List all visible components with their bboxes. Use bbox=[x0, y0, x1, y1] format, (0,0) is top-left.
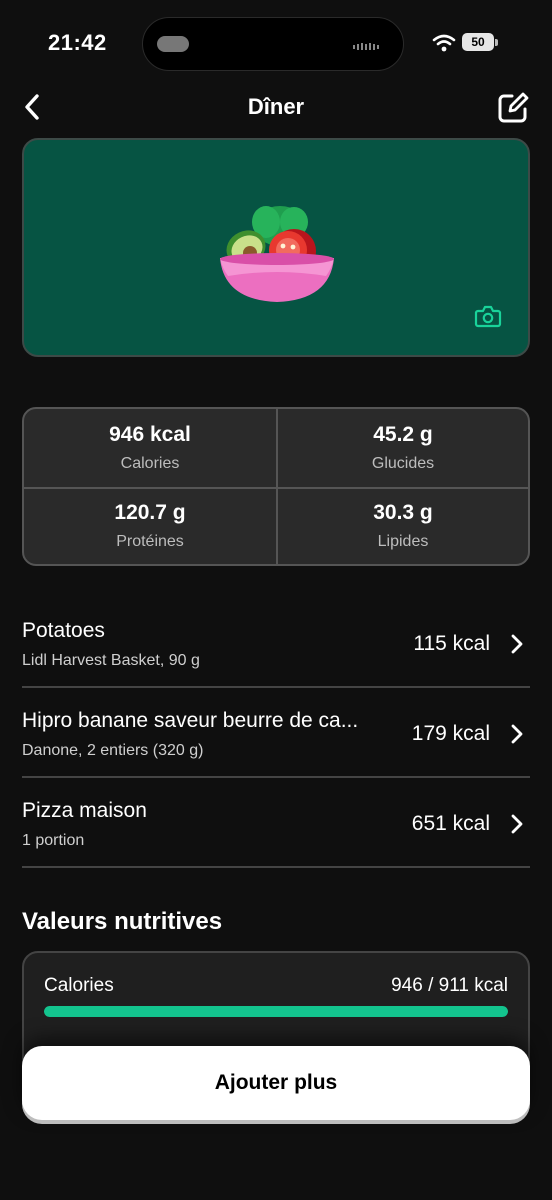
food-item-pizza[interactable]: Pizza maison 1 portion 651 kcal bbox=[22, 778, 530, 868]
food-item-potatoes[interactable]: Potatoes Lidl Harvest Basket, 90 g 115 k… bbox=[22, 598, 530, 688]
chevron-right-icon bbox=[511, 724, 523, 744]
food-detail: Danone, 2 entiers (320 g) bbox=[22, 742, 204, 759]
calories-value: 946 kcal bbox=[109, 422, 191, 446]
food-name: Pizza maison bbox=[22, 799, 147, 822]
fat-label: Lipides bbox=[377, 533, 429, 551]
calories-progress-fill bbox=[44, 1006, 508, 1017]
food-detail: 1 portion bbox=[22, 832, 85, 849]
camera-icon[interactable] bbox=[474, 304, 502, 328]
chevron-right-icon bbox=[511, 634, 523, 654]
meal-photo-area[interactable] bbox=[22, 138, 530, 357]
calories-label: Calories bbox=[120, 454, 180, 472]
audio-bars-icon bbox=[353, 43, 379, 50]
carbs-value: 45.2 g bbox=[373, 422, 433, 446]
add-more-button[interactable]: Ajouter plus bbox=[22, 1046, 530, 1120]
dynamic-island bbox=[142, 17, 404, 71]
fat-value: 30.3 g bbox=[373, 501, 433, 525]
nutrition-section-title: Valeurs nutritives bbox=[22, 908, 223, 935]
nutrition-value: 946 / 911 kcal bbox=[391, 975, 508, 996]
protein-value: 120.7 g bbox=[114, 501, 186, 525]
macro-carbs: 45.2 g Glucides bbox=[276, 409, 528, 487]
food-kcal: 115 kcal bbox=[413, 632, 490, 655]
battery-tip bbox=[495, 39, 498, 46]
nav-bar: Dîner bbox=[0, 88, 552, 128]
status-bar: 21:42 50 bbox=[0, 0, 552, 88]
food-kcal: 651 kcal bbox=[411, 812, 490, 835]
battery-indicator: 50 bbox=[462, 33, 494, 51]
status-time: 21:42 bbox=[48, 30, 107, 55]
nutrition-label: Calories bbox=[44, 975, 114, 996]
salad-bowl-icon bbox=[220, 206, 334, 302]
calories-progress-bar bbox=[44, 1006, 508, 1017]
macro-protein: 120.7 g Protéines bbox=[24, 486, 276, 565]
macro-fat: 30.3 g Lipides bbox=[276, 486, 528, 564]
food-kcal: 179 kcal bbox=[411, 722, 490, 745]
food-item-hipro[interactable]: Hipro banane saveur beurre de ca... Dano… bbox=[22, 688, 530, 778]
food-list: Potatoes Lidl Harvest Basket, 90 g 115 k… bbox=[22, 598, 530, 868]
food-name: Potatoes bbox=[22, 619, 105, 642]
macro-calories: 946 kcal Calories bbox=[24, 409, 276, 487]
edit-icon[interactable] bbox=[496, 91, 530, 125]
now-playing-thumbnail bbox=[157, 36, 189, 52]
carbs-label: Glucides bbox=[371, 454, 435, 472]
chevron-right-icon bbox=[511, 814, 523, 834]
wifi-icon bbox=[432, 34, 456, 52]
food-name: Hipro banane saveur beurre de ca... bbox=[22, 709, 359, 732]
page-title: Dîner bbox=[247, 94, 305, 119]
protein-label: Protéines bbox=[116, 533, 184, 551]
macro-summary-grid: 946 kcal Calories 45.2 g Glucides 120.7 … bbox=[22, 407, 530, 566]
food-detail: Lidl Harvest Basket, 90 g bbox=[22, 652, 200, 669]
